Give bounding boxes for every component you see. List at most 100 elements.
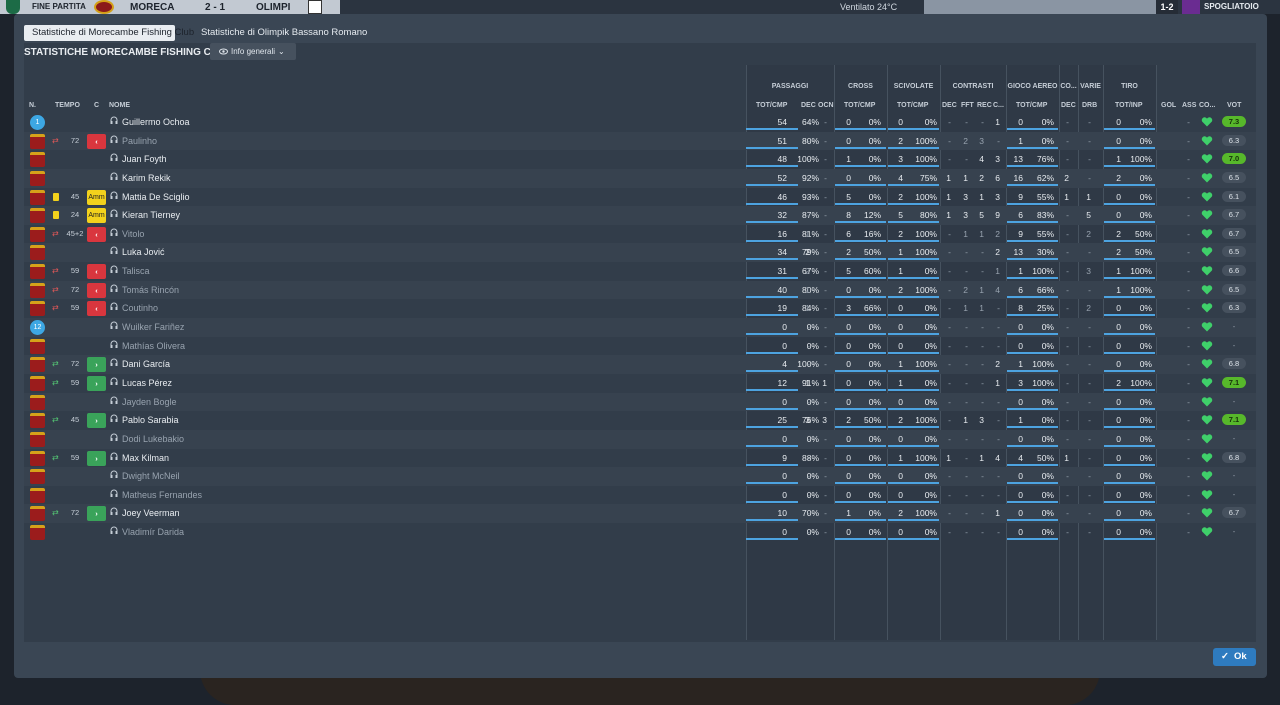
headset-icon[interactable] <box>110 377 118 386</box>
headset-icon[interactable] <box>110 302 118 311</box>
headset-icon[interactable] <box>110 209 118 218</box>
col-header-ass[interactable]: ASS <box>1182 102 1196 109</box>
player-name[interactable]: Paulinho <box>122 136 157 146</box>
player-name[interactable]: Dani García <box>122 359 170 369</box>
col-header-pass-totcmp[interactable]: TOT/CMP <box>756 102 787 109</box>
col-header-contrasti-rec[interactable]: REC <box>977 102 992 109</box>
table-row[interactable]: 45 Amm Mattia De Sciglio 46 93% - -5 0% 2 100% 1 3 1… <box>24 188 1256 207</box>
headset-icon[interactable] <box>110 265 118 274</box>
table-row[interactable]: Dwight McNeil 0 0% - -0 0% 0 0% - - - -0 0% - -0 0% - - <box>24 467 1256 486</box>
col-header-number[interactable]: N. <box>29 102 36 109</box>
col-header-vot[interactable]: VOT <box>1227 102 1241 109</box>
player-name[interactable]: Juan Foyth <box>122 154 167 164</box>
player-name[interactable]: Mattia De Sciglio <box>122 192 190 202</box>
table-row[interactable]: Juan Foyth 48 100% - -1 0% 3 100% - -4 3 13 76% - -1 10… <box>24 150 1256 169</box>
table-row[interactable]: ⇄ 59 › Max Kilman 9 88% - -0 0% 1 100% 1-1 4 4 50% 1-0 0… <box>24 449 1256 468</box>
player-name[interactable]: Wuilker Fariñez <box>122 322 184 332</box>
col-header-contrasti-c[interactable]: C... <box>993 102 1004 109</box>
headset-icon[interactable] <box>110 470 118 479</box>
player-name[interactable]: Karim Rekik <box>122 173 171 183</box>
player-name[interactable]: Talisca <box>122 266 150 276</box>
player-name[interactable]: Luka Jović <box>122 247 165 257</box>
player-name[interactable]: Matheus Fernandes <box>122 490 202 500</box>
table-row[interactable]: Jayden Bogle 0 0% - -0 0% 0 0% - - - -0 0% - -0 0% - - <box>24 392 1256 412</box>
player-name[interactable]: Vladimír Darida <box>122 527 184 537</box>
headset-icon[interactable] <box>110 135 118 144</box>
headset-icon[interactable] <box>110 284 118 293</box>
table-row[interactable]: ⇄ 72 › Joey Veerman 10 70% - -1 0% 2 100% - - -1 0 0% - -… <box>24 504 1256 524</box>
table-row[interactable]: 24 Amm Kieran Tierney 32 87% - -8 12% 5 80% 1 3 5 9 6 8… <box>24 206 1256 225</box>
table-row[interactable]: ⇄ 59 › Lucas Pérez 12 91% 1 1 0 0% 1 0% - - -1 3 100% - -2… <box>24 374 1256 393</box>
table-row[interactable]: Luka Jović 34 79% 2-2 50% 1 100% - - -2 13 30% - -2 50… <box>24 243 1256 263</box>
ok-button[interactable]: ✓ Ok <box>1213 648 1256 666</box>
table-row[interactable]: ⇄ 72 › Dani García 4 100% - -0 0% 1 100% - - -2 1 100% -… <box>24 355 1256 374</box>
subbed-on-badge[interactable]: › <box>87 450 106 466</box>
table-row[interactable]: ⇄ 45 › Pablo Sarabia 25 76% 3 3 2 50% 2 100% -1 3-1 0%… <box>24 411 1256 430</box>
col-header-pass-dec[interactable]: DEC <box>801 102 816 109</box>
headset-icon[interactable] <box>110 116 118 125</box>
tab-home-stats[interactable]: Statistiche di Morecambe Fishing Club <box>24 25 194 41</box>
game-logo-icon[interactable] <box>6 0 20 14</box>
player-name[interactable]: Pablo Sarabia <box>122 415 179 425</box>
col-header-cross-totcmp[interactable]: TOT/CMP <box>844 102 875 109</box>
headset-icon[interactable] <box>110 452 118 461</box>
table-row[interactable]: ⇄ 59 ‹ Coutinho 19 84% 1-3 66% 0 0% -1 1-8 25% -2 0 0% -… <box>24 299 1256 318</box>
table-row[interactable]: ⇄ 59 ‹ Talisca 31 67% 2-5 60% 1 0% - - -1 1 100% -3 1 100… <box>24 262 1256 281</box>
headset-icon[interactable] <box>110 414 118 423</box>
headset-icon[interactable] <box>110 396 118 405</box>
headset-icon[interactable] <box>110 153 118 162</box>
subbed-on-badge[interactable]: › <box>87 357 106 373</box>
col-header-gol[interactable]: GOL <box>1161 102 1176 109</box>
col-header-tempo[interactable]: TEMPO <box>55 102 80 109</box>
col-header-nome[interactable]: NOME <box>109 102 130 109</box>
headset-icon[interactable] <box>110 172 118 181</box>
tab-away-stats[interactable]: Statistiche di Olimpik Bassano Romano <box>201 25 367 41</box>
subbed-on-badge[interactable]: › <box>87 413 106 429</box>
subbed-off-badge[interactable]: ‹ <box>87 133 106 149</box>
headset-icon[interactable] <box>110 489 118 498</box>
player-name[interactable]: Kieran Tierney <box>122 210 180 220</box>
headset-icon[interactable] <box>110 507 118 516</box>
dressing-room-button[interactable]: SPOGLIATOIO <box>1204 2 1259 11</box>
view-dropdown[interactable]: Info generali ⌄ <box>210 43 296 60</box>
table-row[interactable]: Karim Rekik 52 92% - -0 0% 4 75% 1 1 2 6 16 62% 2-2 0% -… <box>24 168 1256 188</box>
col-header-contrasti-dec[interactable]: DEC <box>942 102 957 109</box>
player-name[interactable]: Tomás Rincón <box>122 285 179 295</box>
table-row[interactable]: 1 Guillermo Ochoa 54 64% - -0 0% 0 0% - - -1 0 0% - -0 0… <box>24 113 1256 132</box>
col-header-pass-ocn[interactable]: OCN <box>818 102 834 109</box>
col-header-c[interactable]: C <box>94 102 99 109</box>
subbed-on-badge[interactable]: › <box>87 506 106 522</box>
table-row[interactable]: Dodi Lukebakio 0 0% - -0 0% 0 0% - - - -0 0% - -0 0% - - <box>24 429 1256 449</box>
headset-icon[interactable] <box>110 228 118 237</box>
player-name[interactable]: Joey Veerman <box>122 508 180 518</box>
headset-icon[interactable] <box>110 526 118 535</box>
table-row[interactable]: ⇄ 72 ‹ Tomás Rincón 40 80% 1-0 0% 2 100% -2 1 4 6 66% -… <box>24 280 1256 300</box>
subbed-on-badge[interactable]: › <box>87 375 106 391</box>
table-row[interactable]: ⇄ 72 ‹ Paulinho 51 80% - -0 0% 2 100% -2 3-1 0% - -0 0% -… <box>24 131 1256 151</box>
col-header-scivolate-totcmp[interactable]: TOT/CMP <box>897 102 928 109</box>
headset-icon[interactable] <box>110 246 118 255</box>
headset-icon[interactable] <box>110 433 118 442</box>
table-row[interactable]: ⇄ 45+2 ‹ Vitolo 16 81% 1-6 16% 2 100% -1 1 2 9 55% -2 2 5… <box>24 225 1256 244</box>
table-row[interactable]: Mathías Olivera 0 0% - -0 0% 0 0% - - - -0 0% - -0 0% - - <box>24 337 1256 356</box>
player-name[interactable]: Vitolo <box>122 229 144 239</box>
table-row[interactable]: 12 Wuilker Fariñez 0 0% - -0 0% 0 0% - - - -0 0% - -0 0%… <box>24 318 1256 337</box>
subbed-off-badge[interactable]: ‹ <box>87 282 106 298</box>
col-header-aereo-totcmp[interactable]: TOT/CMP <box>1016 102 1047 109</box>
subbed-off-badge[interactable]: ‹ <box>87 264 106 280</box>
player-name[interactable]: Dwight McNeil <box>122 471 180 481</box>
col-header-varie-drb[interactable]: DRB <box>1082 102 1097 109</box>
player-name[interactable]: Jayden Bogle <box>122 397 177 407</box>
col-header-co-dec[interactable]: DEC <box>1061 102 1076 109</box>
player-name[interactable]: Guillermo Ochoa <box>122 117 190 127</box>
table-row[interactable]: Matheus Fernandes 0 0% - -0 0% 0 0% - - - -0 0% - -0 0%… <box>24 486 1256 505</box>
headset-icon[interactable] <box>110 321 118 330</box>
table-row[interactable]: Vladimír Darida 0 0% - -0 0% 0 0% - - - -0 0% - -0 0% - - <box>24 523 1256 542</box>
col-header-tiro-totinp[interactable]: TOT/INP <box>1115 102 1142 109</box>
player-name[interactable]: Max Kilman <box>122 453 169 463</box>
end-match-button[interactable]: FINE PARTITA <box>32 2 86 11</box>
subbed-off-badge[interactable]: ‹ <box>87 301 106 317</box>
player-name[interactable]: Coutinho <box>122 303 158 313</box>
subbed-off-badge[interactable]: ‹ <box>87 226 106 242</box>
headset-icon[interactable] <box>110 358 118 367</box>
